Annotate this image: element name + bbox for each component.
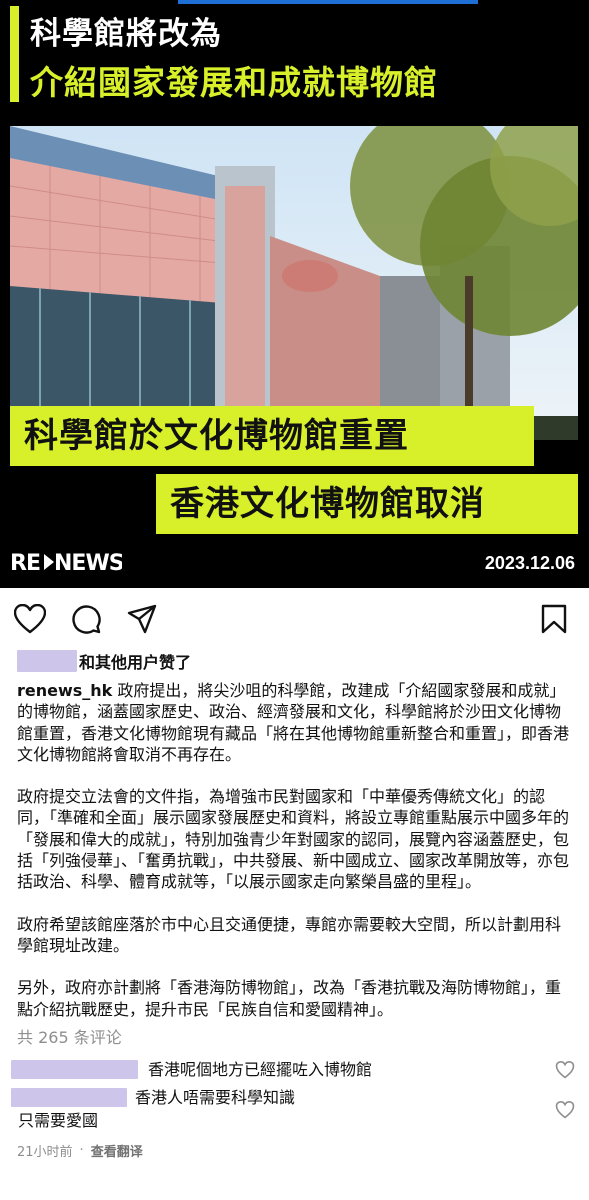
share-icon bbox=[127, 604, 157, 634]
post-time: 21小时前 bbox=[17, 1144, 73, 1160]
post-date: 2023.12.06 bbox=[484, 553, 575, 573]
username-link[interactable]: renews_hk bbox=[17, 681, 112, 700]
post-image[interactable]: 科學館將改為 介紹國家發展和成就博物館 科學館於文化博物館重置 香港文化博物館取… bbox=[0, 0, 589, 588]
caption-paragraph-3: 政府希望該館座落於市中心且交通便捷，專館亦需要較大空間，所以計劃用科學館現址改建… bbox=[17, 914, 562, 955]
like-button[interactable] bbox=[13, 602, 47, 636]
likes-text: 和其他用户赞了 bbox=[79, 653, 192, 672]
image-caption-1: 科學館於文化博物館重置 bbox=[10, 406, 534, 466]
likes-summary[interactable]: 和其他用户赞了 bbox=[0, 646, 589, 676]
top-color-strip bbox=[178, 0, 478, 4]
redacted-username bbox=[17, 650, 77, 672]
caption-paragraph-1: renews_hk 政府提出，將尖沙咀的科學館，改建成「介紹國家發展和成就」的博… bbox=[17, 680, 569, 765]
comment-text-line-2: 只需要愛國 bbox=[18, 1110, 99, 1130]
save-button[interactable] bbox=[537, 602, 571, 636]
svg-text:NEWS: NEWS bbox=[54, 551, 122, 574]
image-caption-2: 香港文化博物館取消 bbox=[156, 474, 578, 534]
share-button[interactable] bbox=[125, 602, 159, 636]
bookmark-icon bbox=[541, 604, 567, 634]
renews-logo: RE NEWS bbox=[10, 550, 125, 580]
comment-text: 香港呢個地方已經擺咗入博物館 bbox=[148, 1060, 373, 1080]
action-bar bbox=[0, 588, 589, 646]
comment-button[interactable] bbox=[69, 602, 103, 636]
headline-line-1: 科學館將改為 bbox=[30, 16, 222, 52]
comment-item: 香港呢個地方已經擺咗入博物館 bbox=[0, 1056, 589, 1084]
caption-paragraph-4: 另外，政府亦計劃將「香港海防博物館」，改為「香港抗戰及海防博物館」，重點介紹抗戰… bbox=[17, 978, 562, 1019]
post-caption: renews_hk 政府提出，將尖沙咀的科學館，改建成「介紹國家發展和成就」的博… bbox=[0, 676, 589, 1020]
comment-like-icon[interactable] bbox=[555, 1060, 575, 1080]
museum-photo bbox=[10, 126, 578, 440]
caption-paragraph-2: 政府提交立法會的文件指，為增強市民對國家和「中華優秀傳統文化」的認同，「準確和全… bbox=[17, 787, 570, 892]
separator-dot: · bbox=[79, 1142, 84, 1158]
post-meta: 21小时前 · 查看翻译 bbox=[0, 1131, 589, 1160]
comment-item: 香港人唔需要科學知識 只需要愛國 bbox=[0, 1086, 589, 1131]
see-translation-link[interactable]: 查看翻译 bbox=[91, 1141, 143, 1160]
svg-text:RE: RE bbox=[10, 551, 40, 574]
headline-line-2: 介紹國家發展和成就博物館 bbox=[30, 63, 438, 102]
headline-accent-bar bbox=[10, 6, 19, 102]
comment-text-line-1: 香港人唔需要科學知識 bbox=[135, 1088, 296, 1108]
redacted-commenter bbox=[11, 1088, 127, 1108]
comment-like-icon[interactable] bbox=[555, 1100, 575, 1120]
view-all-comments-link[interactable]: 共 265 条评论 bbox=[0, 1020, 589, 1048]
comment-icon bbox=[72, 605, 101, 634]
redacted-commenter bbox=[11, 1060, 138, 1080]
heart-outline-icon bbox=[14, 604, 46, 634]
